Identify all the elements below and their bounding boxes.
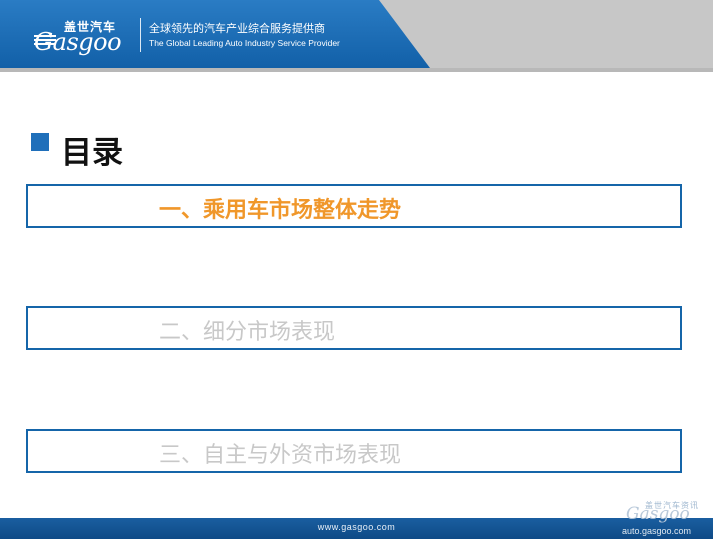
agenda-item-label: 三、自主与外资市场表现 <box>159 443 402 468</box>
footer-bar: www.gasgoo.com <box>0 518 713 539</box>
title-bullet-icon <box>31 133 49 151</box>
watermark-english: Gasgoo <box>626 504 690 524</box>
logo-english-text: Gasgoo <box>34 28 122 56</box>
header-divider <box>0 68 713 72</box>
watermark-logo: 盖世汽车资讯 Gasgoo auto.gasgoo.com <box>612 500 712 538</box>
tagline-english: The Global Leading Auto Industry Service… <box>149 38 340 48</box>
header-bar: 盖世汽车 Gasgoo 全球领先的汽车产业综合服务提供商 The Global … <box>0 0 713 72</box>
watermark-url: auto.gasgoo.com <box>622 526 692 536</box>
tagline-chinese: 全球领先的汽车产业综合服务提供商 <box>149 22 325 35</box>
agenda-item-label: 二、细分市场表现 <box>159 320 336 345</box>
page-title: 目录 <box>61 135 123 171</box>
gasgoo-logo: 盖世汽车 Gasgoo <box>34 14 134 56</box>
agenda-item-2[interactable]: 二、细分市场表现 <box>26 306 682 350</box>
header-separator <box>140 18 141 52</box>
footer-url[interactable]: www.gasgoo.com <box>0 522 713 532</box>
agenda-item-1[interactable]: 一、乘用车市场整体走势 <box>26 184 682 228</box>
agenda-item-label: 一、乘用车市场整体走势 <box>159 198 402 223</box>
agenda-item-3[interactable]: 三、自主与外资市场表现 <box>26 429 682 473</box>
